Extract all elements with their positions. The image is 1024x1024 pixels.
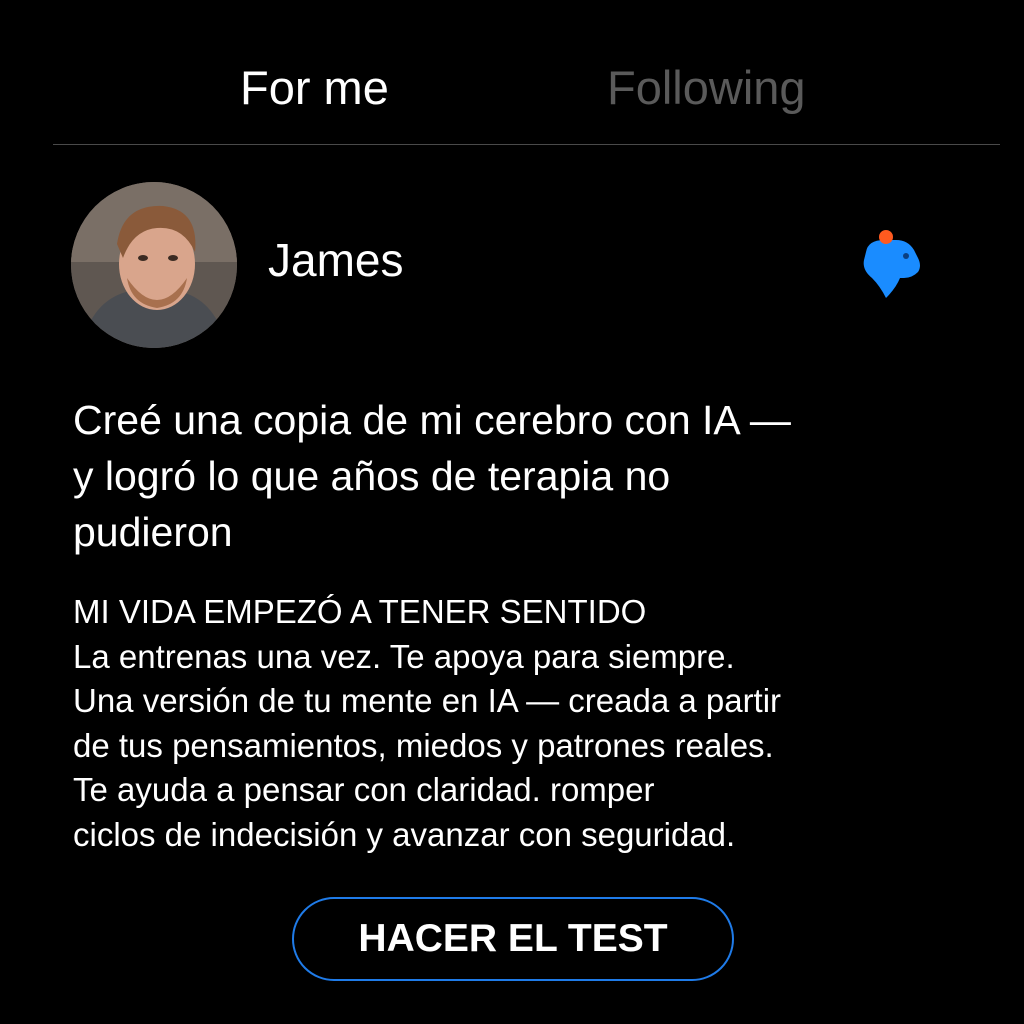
body-subtitle: MI VIDA EMPEZÓ A TENER SENTIDO — [73, 593, 647, 630]
body-line: ciclos de indecisión y avanzar con segur… — [73, 815, 736, 853]
body-line: Te ayuda a pensar con claridad. romper — [73, 771, 655, 808]
brand-logo-graphic — [863, 230, 920, 298]
post-headline: Creé una copia de mi cerebro con IA — y … — [73, 392, 973, 560]
take-test-button[interactable]: HACER EL TEST — [292, 897, 734, 981]
feed-tabs: For me Following — [53, 0, 1000, 145]
capybara-logo-icon[interactable] — [856, 226, 928, 304]
headline-line: pudieron — [73, 509, 233, 555]
body-line: La entrenas una vez. Te apoya para siemp… — [73, 637, 735, 675]
avatar-photo — [71, 182, 237, 348]
body-line: Una versión de tu mente en IA — creada a… — [73, 682, 782, 719]
body-line: de tus pensamientos, miedos y patrones r… — [73, 726, 774, 764]
headline-line: Creé una copia de mi cerebro con IA — — [73, 397, 791, 443]
tab-for-me[interactable]: For me — [240, 58, 389, 118]
author-name[interactable]: James — [268, 232, 403, 288]
tab-following[interactable]: Following — [607, 58, 806, 118]
post-body: MI VIDA EMPEZÓ A TENER SENTIDO La entren… — [73, 590, 973, 857]
headline-line: y logró lo que años de terapia no — [73, 453, 671, 499]
avatar[interactable] — [71, 182, 237, 348]
